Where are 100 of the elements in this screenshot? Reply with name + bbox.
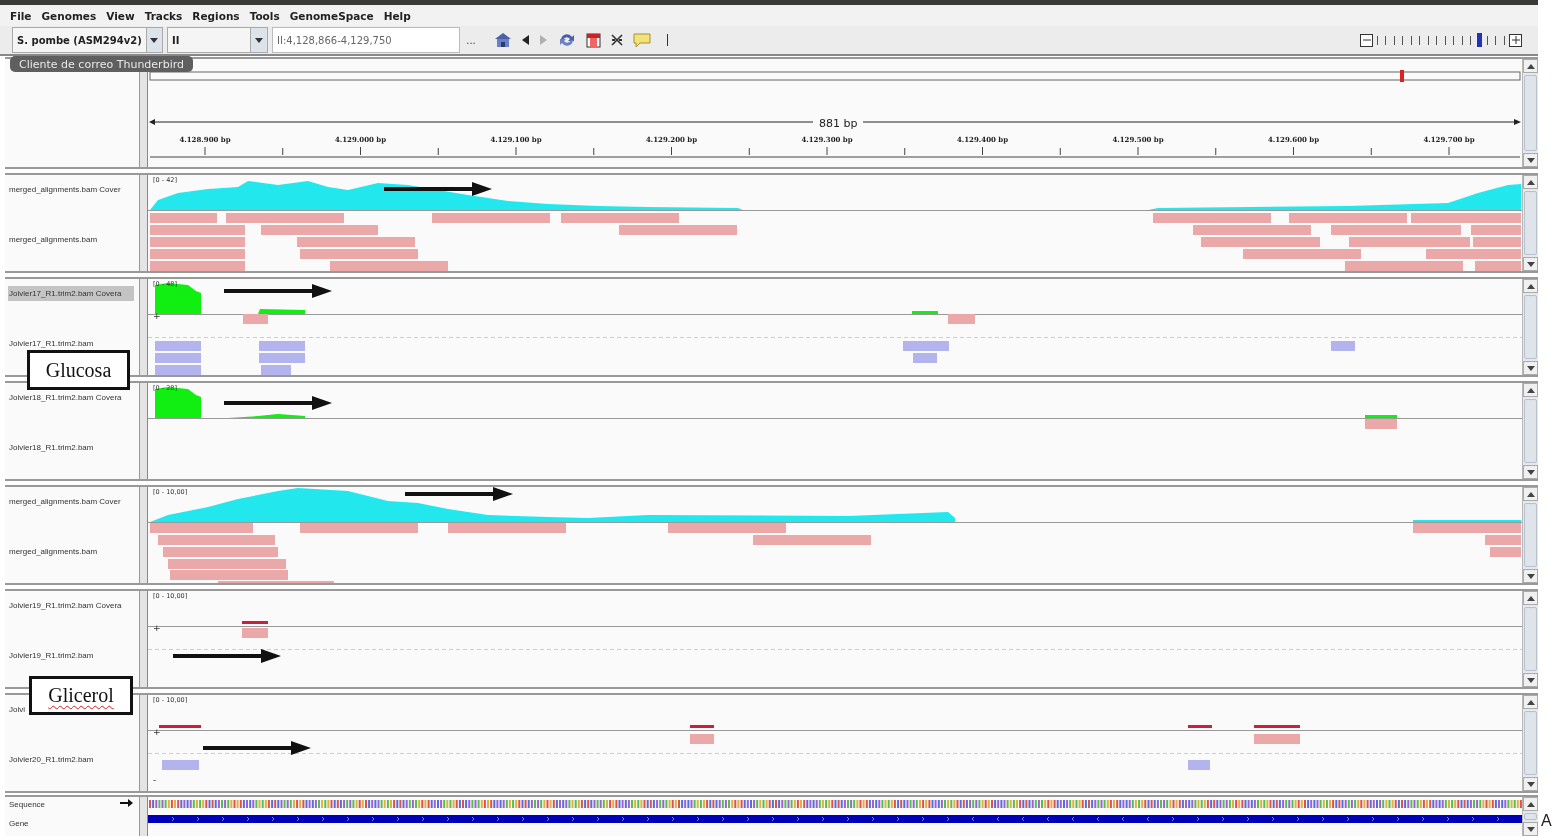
menu-item[interactable]: Regions: [192, 9, 240, 22]
scroll-up-button[interactable]: [1523, 591, 1538, 605]
scrollbar-thumb[interactable]: [1524, 503, 1537, 567]
aligned-read: [903, 341, 949, 351]
menu-item[interactable]: Tools: [249, 9, 280, 22]
zoom-slider-thumb[interactable]: [1476, 33, 1482, 47]
panel-splitter[interactable]: [140, 279, 148, 375]
scroll-down-button[interactable]: [1523, 673, 1538, 687]
aligned-read: [150, 213, 217, 223]
zoom-out-button[interactable]: [1360, 33, 1373, 47]
zoom-slider[interactable]: [1377, 33, 1505, 47]
home-icon[interactable]: [494, 32, 512, 48]
strand-arrow-icon[interactable]: [120, 799, 133, 807]
current-region-marker: [1400, 70, 1404, 82]
panel-splitter[interactable]: [140, 797, 148, 836]
fit-icon[interactable]: [611, 34, 623, 46]
scroll-up-button[interactable]: [1523, 175, 1538, 189]
track-name[interactable]: Joivier19_R1.trim2.bam: [9, 648, 94, 663]
scroll-down-button[interactable]: [1523, 257, 1538, 271]
track-name[interactable]: merged_alignments.bam Cover: [9, 182, 121, 197]
scroll-up-button[interactable]: [1523, 59, 1538, 73]
track-name[interactable]: Joivier17_R1.trim2.bam Covera: [8, 286, 134, 301]
track-name[interactable]: Joivier19_R1.trim2.bam Covera: [9, 598, 122, 613]
scroll-up-button[interactable]: [1523, 695, 1538, 709]
menu-item[interactable]: Help: [383, 9, 411, 22]
menu-item[interactable]: File: [10, 9, 32, 22]
scroll-down-button[interactable]: [1523, 569, 1538, 583]
scroll-down-button[interactable]: [1523, 153, 1538, 167]
coverage-bar: [690, 725, 714, 728]
scrollbar-thumb[interactable]: [1524, 607, 1537, 671]
track-name[interactable]: Joivier20_R1.trim2.bam: [9, 752, 94, 767]
panel-splitter[interactable]: [140, 591, 148, 687]
panel-splitter[interactable]: [140, 175, 148, 271]
scroll-up-button[interactable]: [1523, 797, 1538, 811]
track-name[interactable]: Joivier17_R1.trim2.bam: [9, 336, 94, 351]
track-name[interactable]: Sequence: [9, 800, 46, 809]
track-name[interactable]: merged_alignments.bam Cover: [9, 494, 121, 509]
scroll-up-button[interactable]: [1523, 383, 1538, 397]
aligned-read: [1475, 261, 1521, 271]
locus-field[interactable]: II:4,128,866-4,129,750: [272, 27, 460, 53]
aligned-read: [242, 628, 268, 638]
aligned-read: [1485, 535, 1521, 545]
plus-icon: [1511, 36, 1520, 44]
menu-item[interactable]: View: [106, 9, 135, 22]
scroll-up-button[interactable]: [1523, 279, 1538, 293]
scrollbar-thumb[interactable]: [1524, 295, 1537, 359]
up-arrow-icon: [1526, 63, 1535, 69]
track-name[interactable]: merged_alignments.bam: [9, 544, 98, 559]
menu-item[interactable]: Tracks: [144, 9, 183, 22]
aligned-read: [259, 353, 305, 363]
scrollbar-thumb[interactable]: [1524, 813, 1537, 820]
scrollbar-thumb[interactable]: [1524, 191, 1537, 255]
down-arrow-icon: [1526, 677, 1535, 683]
down-arrow-icon: [1526, 157, 1535, 163]
scroll-down-button[interactable]: [1523, 465, 1538, 479]
back-icon[interactable]: [522, 35, 530, 45]
panel-splitter[interactable]: [140, 695, 148, 791]
refresh-icon[interactable]: [558, 32, 576, 48]
scroll-down-button[interactable]: [1523, 822, 1538, 836]
up-arrow-icon: [1526, 595, 1535, 601]
genome-dropdown[interactable]: S. pombe (ASM294v2): [12, 27, 163, 53]
panel-splitter[interactable]: [140, 487, 148, 583]
zoom-in-button[interactable]: [1509, 33, 1522, 47]
strand-label: -: [153, 775, 157, 785]
annotation-label: Glucosa: [27, 350, 130, 390]
scroll-down-button[interactable]: [1523, 777, 1538, 791]
caret-icon: [150, 37, 159, 43]
aligned-read: [162, 760, 199, 770]
span-length: 881 bp: [813, 117, 864, 130]
scrollbar-thumb[interactable]: [1524, 399, 1537, 463]
track-name[interactable]: Joivier18_R1.trim2.bam Covera: [9, 390, 122, 405]
aligned-read: [1473, 237, 1521, 247]
scroll-down-button[interactable]: [1523, 361, 1538, 375]
track-name[interactable]: Joivier18_R1.trim2.bam: [9, 440, 94, 455]
menu-item[interactable]: Genomes: [41, 9, 97, 22]
coverage-bar: [159, 725, 201, 728]
up-arrow-icon: [1526, 491, 1535, 497]
track-name[interactable]: Gene: [9, 819, 29, 828]
scroll-up-button[interactable]: [1523, 487, 1538, 501]
down-arrow-icon: [1526, 261, 1535, 267]
aligned-read: [1254, 734, 1300, 744]
tooltip: Cliente de correo Thunderbird: [10, 56, 193, 72]
chromosome-dropdown[interactable]: II: [167, 27, 268, 53]
panel-splitter[interactable]: [140, 383, 148, 479]
region-icon[interactable]: [586, 32, 601, 48]
aligned-read: [155, 341, 201, 351]
more-button[interactable]: ...: [460, 27, 482, 53]
strand-label: +: [153, 311, 161, 321]
scrollbar-thumb[interactable]: [1524, 711, 1537, 775]
aligned-read: [243, 314, 268, 324]
strand-label: +: [153, 727, 161, 737]
coverage-bar: [1188, 725, 1212, 728]
menu-item[interactable]: GenomeSpace: [289, 9, 374, 22]
coverage-bar: [242, 621, 268, 624]
down-arrow-icon: [1526, 573, 1535, 579]
track-name[interactable]: merged_alignments.bam: [9, 232, 98, 247]
aligned-read: [259, 341, 305, 351]
scrollbar-thumb[interactable]: [1524, 75, 1537, 151]
track-name[interactable]: Joivi: [9, 702, 25, 717]
down-arrow-icon: [1526, 781, 1535, 787]
